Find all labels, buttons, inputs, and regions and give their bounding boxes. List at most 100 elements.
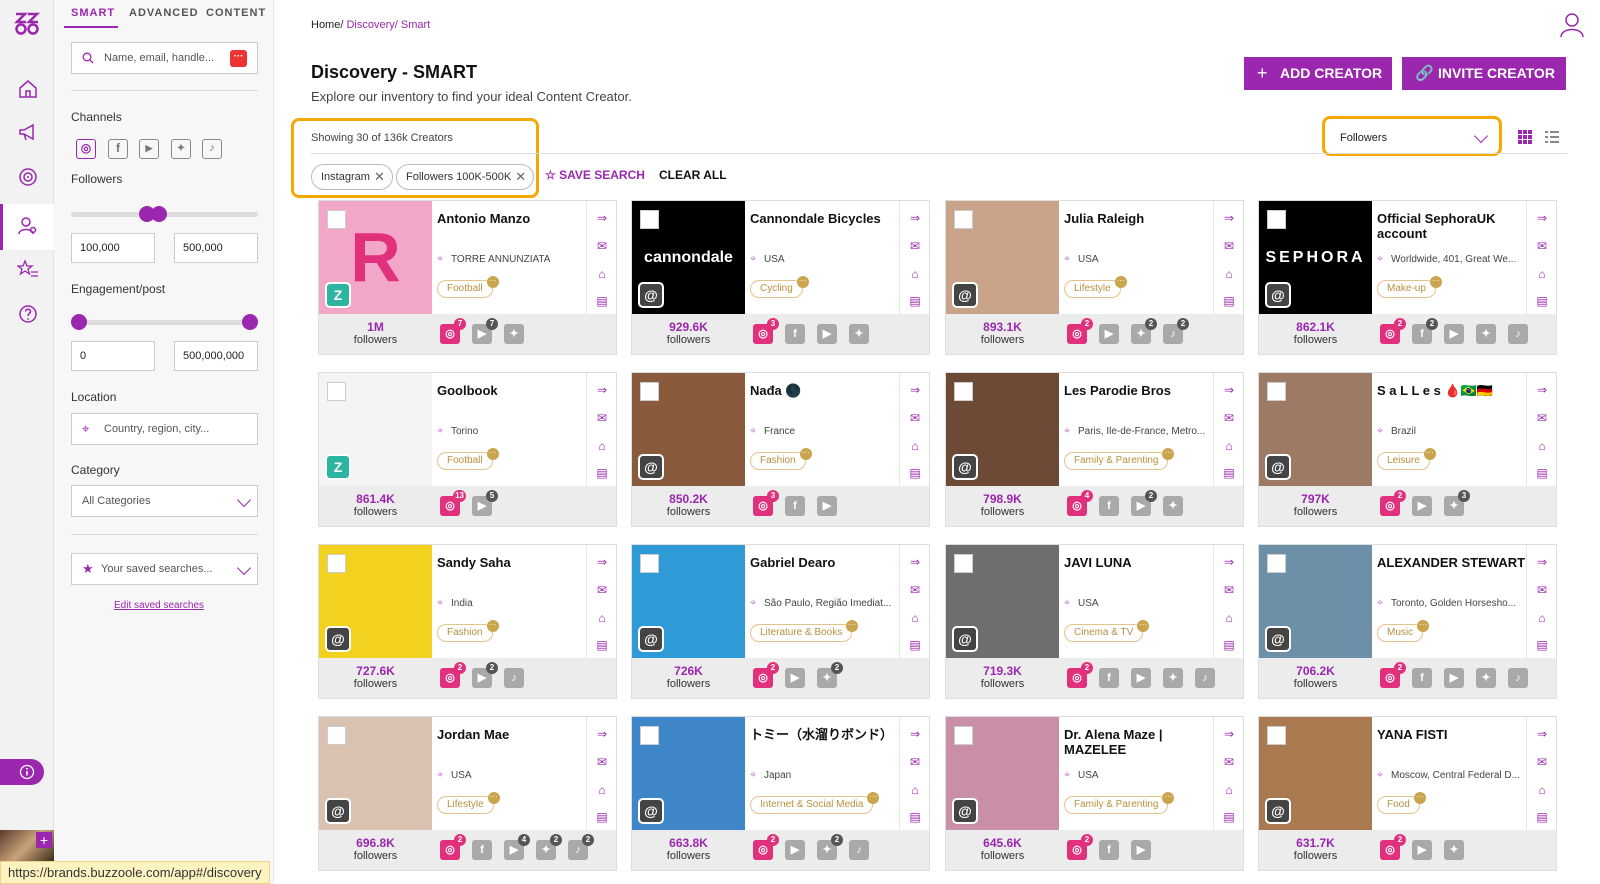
tag-icon[interactable]: ⌂ [1535, 783, 1549, 797]
filter-chip-followers[interactable]: Followers 100K-500K ✕ [396, 164, 535, 190]
more-categories-icon[interactable]: ··· [846, 620, 859, 632]
mail-icon[interactable]: ✉ [1535, 239, 1549, 253]
creator-name[interactable]: ALEXANDER STEWART [1377, 555, 1527, 570]
facebook-icon[interactable]: f [472, 840, 492, 860]
creator-card[interactable]: @ Dr. Alena Maze | MAZELEE ⌖ USA Family & Pa… [945, 716, 1244, 871]
creator-card[interactable]: @ Les Parodie Bros ⌖ Paris, Ile-de-France, … [945, 372, 1244, 527]
more-categories-icon[interactable]: ··· [1114, 276, 1127, 288]
mail-icon[interactable]: ✉ [595, 583, 609, 597]
creator-name[interactable]: YANA FISTI [1377, 727, 1527, 742]
creator-card[interactable]: @ S a L L e s 🩸🇧🇷🇩🇪 ⌖ Brazil Leisure ··· ⇒ ✉ ⌂ ▤ 7… [1258, 372, 1557, 527]
search-input[interactable]: Name, email, handle... ··· [71, 42, 258, 74]
instagram-icon[interactable]: ◎ 3 [753, 490, 779, 516]
add-to-list-icon[interactable]: ⇒ [1222, 383, 1236, 397]
profile-photo[interactable]: @ [946, 545, 1059, 658]
more-categories-icon[interactable]: ··· [486, 620, 499, 632]
mail-icon[interactable]: ✉ [908, 239, 922, 253]
tiktok-icon[interactable]: ♪ [1195, 668, 1215, 688]
creator-name[interactable]: JAVI LUNA [1064, 555, 1214, 570]
creator-name[interactable]: Gabriel Dearo [750, 555, 900, 570]
more-categories-icon[interactable]: ··· [1162, 448, 1175, 460]
youtube-icon[interactable]: ▶ 2 [472, 662, 498, 688]
engagement-min-input[interactable]: 0 [71, 341, 155, 371]
creator-card[interactable]: @ JAVI LUNA ⌖ USA Cinema & TV ··· ⇒ ✉ ⌂ ▤ 719.3K fo… [945, 544, 1244, 699]
creator-card[interactable]: @ ALEXANDER STEWART ⌖ Toronto, Golden Horse… [1258, 544, 1557, 699]
facebook-icon[interactable]: f [785, 496, 805, 516]
creator-name[interactable]: Nađa 🌑 [750, 383, 900, 398]
engagement-slider[interactable] [71, 314, 258, 330]
facebook-icon[interactable]: f [1099, 840, 1119, 860]
add-to-list-icon[interactable]: ⇒ [595, 383, 609, 397]
profile-photo[interactable]: @ [319, 717, 432, 830]
creator-name[interactable]: Les Parodie Bros [1064, 383, 1214, 398]
creator-name[interactable]: Dr. Alena Maze | MAZELEE [1064, 727, 1214, 757]
select-checkbox[interactable] [1267, 554, 1286, 573]
clear-all-button[interactable]: CLEAR ALL [659, 168, 727, 182]
creator-card[interactable]: @ Jordan Mae ⌖ USA Lifestyle ··· ⇒ ✉ ⌂ ▤ 696.8K fol… [318, 716, 617, 871]
mail-icon[interactable]: ✉ [1222, 583, 1236, 597]
twitter-icon[interactable]: ✦ 2 [1131, 318, 1157, 344]
creator-name[interactable]: Antonio Manzo [437, 211, 587, 226]
creator-card[interactable]: Z Goolbook ⌖ Torino Football ··· ⇒ ✉ ⌂ ▤ 861.4K fol… [318, 372, 617, 527]
list-view-icon[interactable] [1545, 130, 1559, 144]
notes-icon[interactable]: ▤ [1535, 294, 1549, 308]
twitter-icon[interactable]: ✦ [1444, 840, 1464, 860]
profile-photo[interactable]: @ [319, 545, 432, 658]
mail-icon[interactable]: ✉ [1222, 411, 1236, 425]
tiktok-icon[interactable]: ♪ 2 [568, 834, 594, 860]
instagram-icon[interactable]: ◎ 4 [1067, 490, 1093, 516]
creator-name[interactable]: Julia Raleigh [1064, 211, 1214, 226]
save-search-button[interactable]: ☆ SAVE SEARCH [545, 168, 645, 182]
notes-icon[interactable]: ▤ [1222, 466, 1236, 480]
add-to-list-icon[interactable]: ⇒ [595, 727, 609, 741]
profile-photo[interactable]: @ [1259, 373, 1372, 486]
sort-select[interactable]: Followers [1330, 127, 1502, 149]
add-to-list-icon[interactable]: ⇒ [908, 383, 922, 397]
megaphone-icon[interactable] [17, 121, 39, 143]
more-categories-icon[interactable]: ··· [799, 448, 812, 460]
close-icon[interactable]: ✕ [374, 165, 385, 189]
add-to-list-icon[interactable]: ⇒ [1222, 555, 1236, 569]
tag-icon[interactable]: ⌂ [1222, 783, 1236, 797]
profile-photo[interactable]: SEPHORA @ [1259, 201, 1372, 314]
add-to-list-icon[interactable]: ⇒ [1535, 727, 1549, 741]
creator-name[interactable]: Goolbook [437, 383, 587, 398]
twitter-icon[interactable]: ✦ [849, 324, 869, 344]
tiktok-icon[interactable]: ♪ [504, 668, 524, 688]
more-categories-icon[interactable]: ··· [1413, 792, 1426, 804]
select-checkbox[interactable] [640, 210, 659, 229]
target-icon[interactable] [17, 166, 39, 188]
creator-name[interactable]: S a L L e s 🩸🇧🇷🇩🇪 [1377, 383, 1527, 398]
notes-icon[interactable]: ▤ [1535, 466, 1549, 480]
followers-max-handle[interactable] [151, 206, 167, 222]
more-categories-icon[interactable]: ··· [867, 792, 880, 804]
select-checkbox[interactable] [1267, 382, 1286, 401]
instagram-icon[interactable]: ◎ 2 [753, 834, 779, 860]
add-to-list-icon[interactable]: ⇒ [1222, 211, 1236, 225]
breadcrumb-smart[interactable]: Smart [398, 19, 430, 31]
profile-photo[interactable]: RZ [319, 201, 432, 314]
more-categories-icon[interactable]: ··· [796, 276, 809, 288]
category-select[interactable]: All Categories [71, 485, 258, 517]
tag-icon[interactable]: ⌂ [1535, 611, 1549, 625]
more-categories-icon[interactable]: ··· [1137, 620, 1150, 632]
add-to-list-icon[interactable]: ⇒ [1535, 211, 1549, 225]
creator-name[interactable]: Sandy Saha [437, 555, 587, 570]
tag-icon[interactable]: ⌂ [908, 783, 922, 797]
twitter-icon[interactable]: ✦ [1163, 496, 1183, 516]
twitter-icon[interactable]: ✦ 2 [536, 834, 562, 860]
notes-icon[interactable]: ▤ [908, 294, 922, 308]
twitter-icon[interactable]: ✦ [1476, 668, 1496, 688]
mail-icon[interactable]: ✉ [595, 411, 609, 425]
notes-icon[interactable]: ▤ [1535, 638, 1549, 652]
creator-card[interactable]: SEPHORA @ Official SephoraUK account ⌖ World… [1258, 200, 1557, 355]
saved-searches-select[interactable]: ★ Your saved searches... [71, 553, 258, 585]
notes-icon[interactable]: ▤ [595, 638, 609, 652]
mail-icon[interactable]: ✉ [1535, 411, 1549, 425]
notes-icon[interactable]: ▤ [595, 810, 609, 824]
select-checkbox[interactable] [1267, 210, 1286, 229]
creator-card[interactable]: cannondale @ Cannondale Bicycles ⌖ USA Cyclin… [631, 200, 930, 355]
creator-name[interactable]: Official SephoraUK account [1377, 211, 1527, 241]
more-categories-icon[interactable]: ··· [487, 792, 500, 804]
breadcrumb-home[interactable]: Home/ [311, 19, 343, 31]
